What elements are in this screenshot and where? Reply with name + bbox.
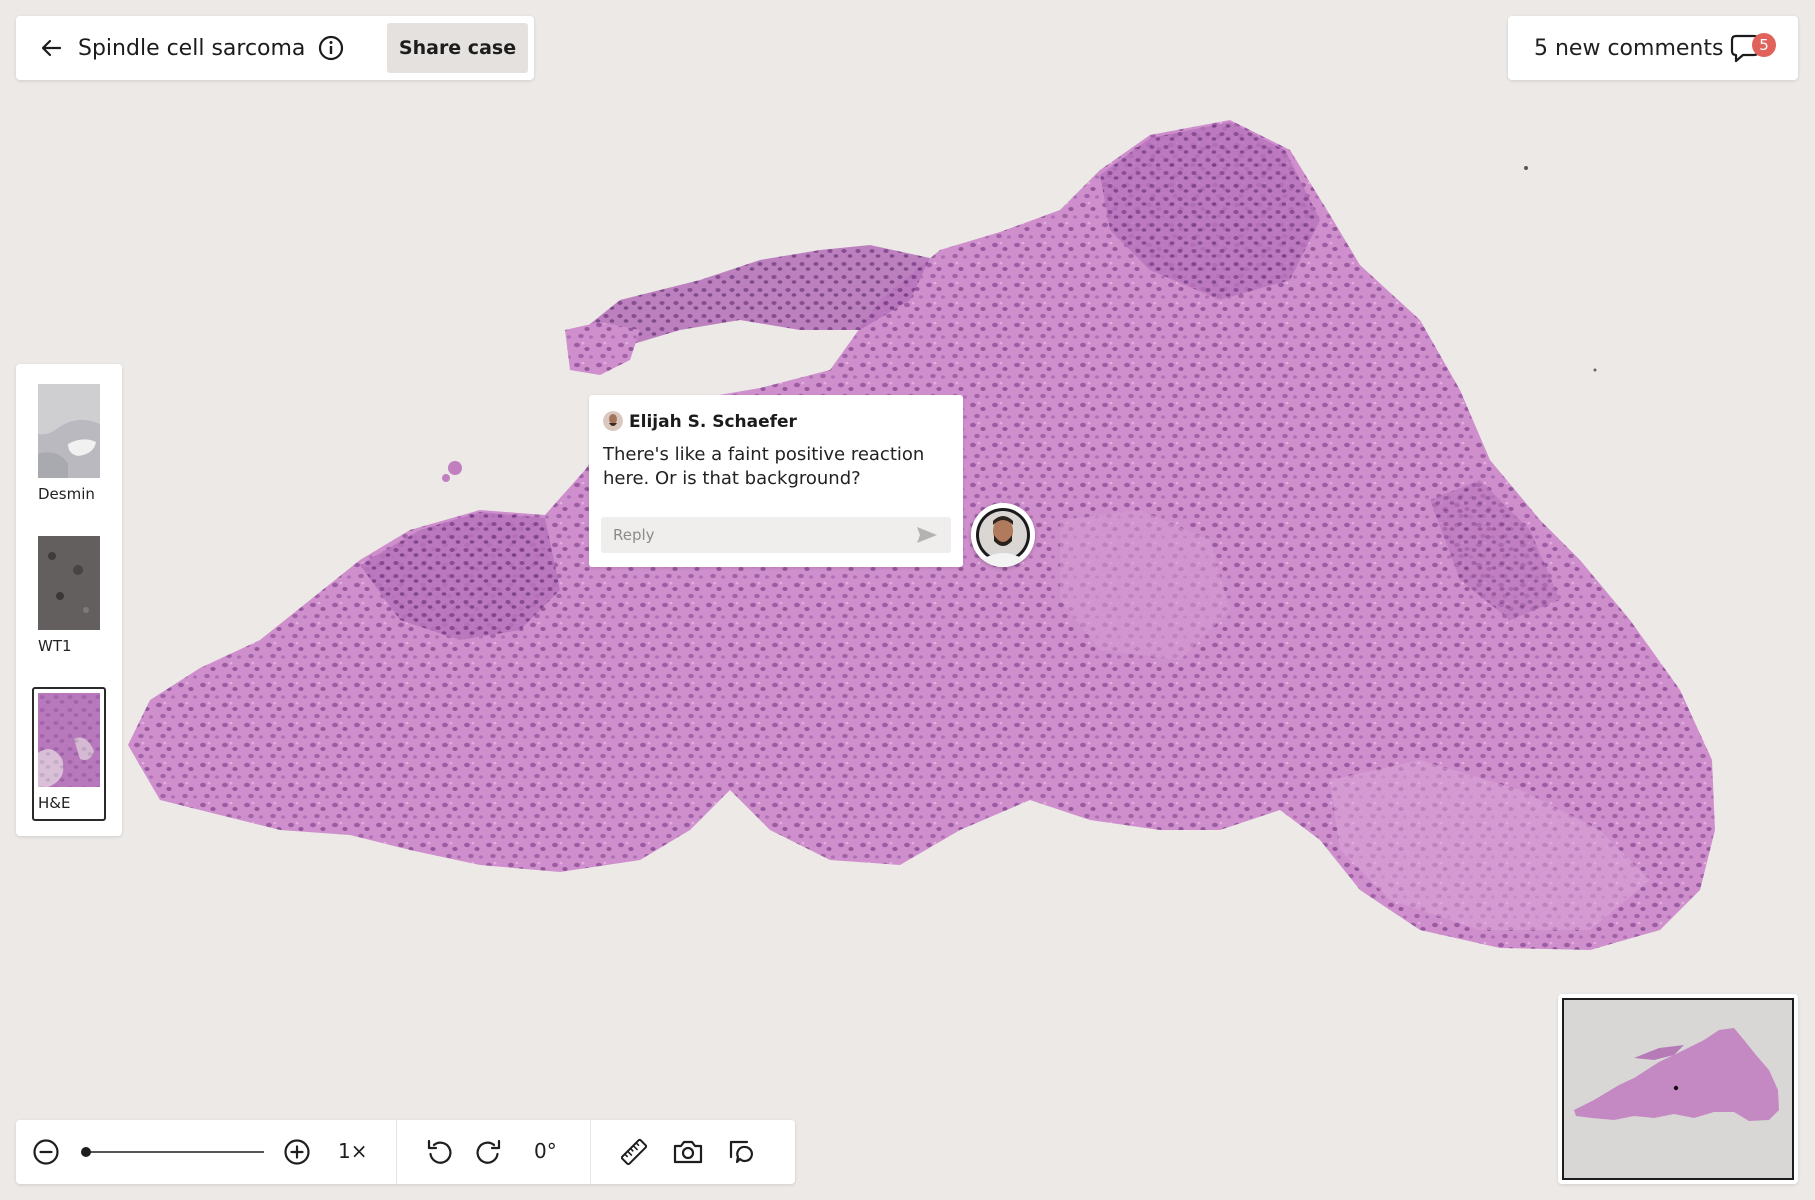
- toolbar-divider: [590, 1120, 591, 1184]
- rotate-left-button[interactable]: [424, 1136, 456, 1168]
- arrow-left-icon: [41, 39, 62, 57]
- stain-thumbnail-desmin: [38, 384, 100, 478]
- case-header: Spindle cell sarcoma Share case: [16, 16, 534, 80]
- zoom-in-icon: [284, 1139, 310, 1165]
- add-comment-button[interactable]: [726, 1136, 758, 1168]
- comment-add-icon: [729, 1140, 753, 1164]
- info-icon: [319, 35, 344, 61]
- new-comments-button[interactable]: 5 new comments 5: [1508, 16, 1798, 80]
- camera-icon: [673, 1140, 703, 1164]
- minimap-tissue: [1574, 1028, 1779, 1121]
- comment-count-badge: 5: [1752, 33, 1776, 57]
- zoom-out-icon: [33, 1139, 59, 1165]
- zoom-out-button[interactable]: [30, 1136, 62, 1168]
- info-button[interactable]: [317, 34, 345, 62]
- slide-minimap: [1558, 994, 1798, 1184]
- author-avatar: [603, 411, 623, 431]
- stain-thumbnail-wt1: [38, 536, 100, 630]
- comment-popup: Elijah S. Schaefer There's like a faint …: [589, 395, 963, 567]
- stain-thumbnail-he: [38, 693, 100, 787]
- snapshot-button[interactable]: [672, 1136, 704, 1168]
- comment-marker-avatar[interactable]: [971, 503, 1035, 567]
- minimap-viewport[interactable]: [1562, 998, 1794, 1180]
- comment-text: There's like a faint positive reaction h…: [603, 444, 925, 489]
- tissue-slide-image: [128, 120, 1715, 950]
- stain-desmin[interactable]: Desmin: [32, 384, 106, 514]
- measure-button[interactable]: [618, 1136, 650, 1168]
- back-button[interactable]: [36, 33, 66, 63]
- stain-label-he: H&E: [38, 794, 71, 812]
- viewer-toolbar: 1× 0°: [16, 1120, 795, 1184]
- stain-label-wt1: WT1: [38, 637, 72, 655]
- zoom-level: 1×: [338, 1139, 368, 1163]
- stain-wt1[interactable]: WT1: [32, 536, 106, 666]
- reply-input[interactable]: [601, 517, 951, 553]
- case-title: Spindle cell sarcoma: [78, 35, 306, 61]
- rotation-angle: 0°: [534, 1139, 557, 1163]
- zoom-slider[interactable]: [76, 1142, 266, 1162]
- zoom-slider-handle[interactable]: [81, 1147, 91, 1157]
- new-comments-label: 5 new comments: [1534, 35, 1724, 61]
- stain-selector: Desmin WT1 H&E: [16, 364, 122, 836]
- rotate-right-button[interactable]: [472, 1136, 504, 1168]
- slide-viewer[interactable]: [0, 0, 1815, 1200]
- stain-he[interactable]: H&E: [32, 687, 106, 821]
- rotate-left-icon: [427, 1139, 452, 1164]
- zoom-in-button[interactable]: [281, 1136, 313, 1168]
- send-icon[interactable]: [914, 523, 940, 547]
- share-case-button[interactable]: Share case: [387, 23, 528, 73]
- toolbar-divider: [396, 1120, 397, 1184]
- comment-author: Elijah S. Schaefer: [629, 412, 797, 432]
- rotate-right-icon: [476, 1139, 501, 1164]
- stain-label-desmin: Desmin: [38, 485, 95, 503]
- ruler-icon: [620, 1138, 648, 1166]
